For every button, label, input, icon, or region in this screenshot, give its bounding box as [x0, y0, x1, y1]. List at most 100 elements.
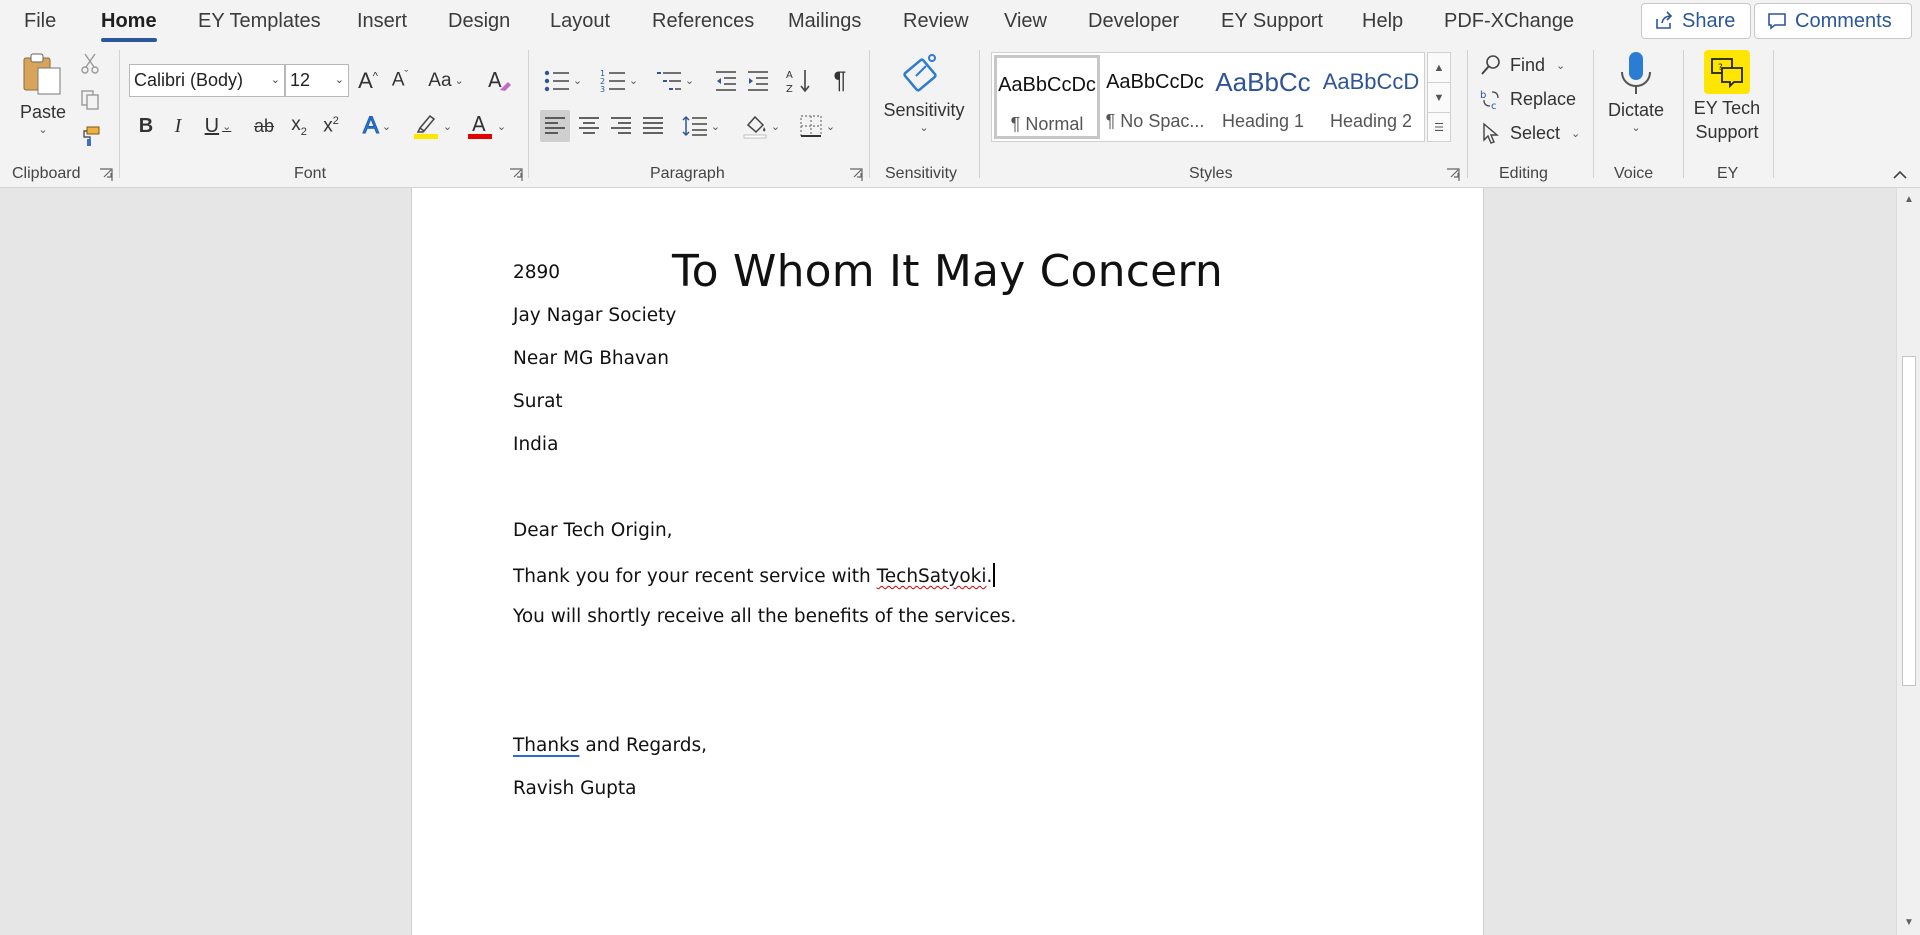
- paragraph-launcher-icon[interactable]: [849, 168, 863, 182]
- borders-button[interactable]: ⌄: [794, 110, 840, 142]
- tab-review[interactable]: Review: [903, 10, 969, 33]
- change-case-button[interactable]: Aa ⌄: [424, 64, 468, 97]
- select-button[interactable]: Select ⌄: [1480, 118, 1580, 148]
- decrease-indent-button[interactable]: [712, 64, 740, 97]
- replace-button[interactable]: bc Replace: [1480, 84, 1576, 114]
- font-color-button[interactable]: A ⌄: [462, 111, 510, 141]
- chevron-down-icon[interactable]: ▼: [1428, 83, 1450, 113]
- shrink-font-button[interactable]: Aˇ: [386, 64, 414, 97]
- font-name-field[interactable]: Calibri (Body) ⌄: [129, 64, 285, 97]
- style-preview: AaBbCc: [1215, 67, 1311, 97]
- group-separator: [1773, 50, 1774, 178]
- underline-button[interactable]: U ⌄: [198, 111, 238, 141]
- strikethrough-button[interactable]: ab: [250, 111, 278, 141]
- address-line[interactable]: Jay Nagar Society: [513, 305, 676, 326]
- tab-help[interactable]: Help: [1362, 10, 1403, 33]
- misspelled-word[interactable]: TechSatyoki: [877, 566, 987, 587]
- tab-home[interactable]: Home: [101, 10, 157, 42]
- tab-ey-support[interactable]: EY Support: [1221, 10, 1323, 33]
- address-line[interactable]: 2890: [513, 262, 560, 283]
- tab-view[interactable]: View: [1004, 10, 1047, 33]
- scrollbar-thumb[interactable]: [1902, 356, 1916, 686]
- find-button[interactable]: Find ⌄: [1480, 50, 1565, 80]
- style-normal[interactable]: AaBbCcDc ¶ Normal: [994, 55, 1100, 139]
- bullets-button[interactable]: ⌄: [540, 64, 586, 97]
- align-right-button[interactable]: [606, 110, 636, 142]
- copy-button[interactable]: [78, 88, 102, 112]
- more-styles-icon[interactable]: ☰: [1428, 113, 1450, 143]
- superscript-button[interactable]: x2: [318, 111, 344, 141]
- grow-font-button[interactable]: A^: [354, 64, 382, 97]
- document-page[interactable]: To Whom It May Concern 2890 Jay Nagar So…: [411, 188, 1484, 935]
- shading-button[interactable]: ⌄: [738, 110, 784, 142]
- tab-insert[interactable]: Insert: [357, 10, 407, 33]
- closing-line[interactable]: Thanks and Regards,: [513, 735, 707, 756]
- clipboard-launcher-icon[interactable]: [99, 168, 113, 182]
- vertical-scrollbar[interactable]: ▲ ▼: [1896, 188, 1920, 935]
- font-size-value: 12: [290, 70, 311, 90]
- tab-file[interactable]: File: [24, 10, 56, 33]
- paste-button[interactable]: Paste ⌄: [14, 50, 72, 140]
- numbering-button[interactable]: 123 ⌄: [596, 64, 642, 97]
- tab-design[interactable]: Design: [448, 10, 510, 33]
- chevron-down-icon: ⌄: [1631, 122, 1641, 134]
- chevron-up-icon[interactable]: ▲: [1428, 53, 1450, 83]
- ey-support-icon: ?: [1704, 50, 1750, 94]
- grammar-flagged-word[interactable]: Thanks: [513, 735, 579, 756]
- format-painter-button[interactable]: [78, 124, 102, 148]
- highlight-color-button[interactable]: ⌄: [408, 111, 456, 141]
- group-separator: [979, 50, 980, 178]
- strikethrough-icon: ab: [253, 115, 275, 136]
- clear-formatting-button[interactable]: A: [484, 64, 514, 97]
- font-launcher-icon[interactable]: [509, 168, 523, 182]
- share-button[interactable]: Share: [1641, 3, 1751, 39]
- address-line[interactable]: Surat: [513, 391, 563, 412]
- show-formatting-marks-button[interactable]: ¶: [826, 64, 854, 97]
- body-line-2[interactable]: You will shortly receive all the benefit…: [513, 606, 1016, 627]
- italic-button[interactable]: I: [166, 111, 190, 141]
- tab-pdf-xchange[interactable]: PDF-XChange: [1444, 10, 1574, 33]
- increase-indent-button[interactable]: [744, 64, 772, 97]
- style-preview: AaBbCcD: [1322, 69, 1420, 94]
- style-heading-2[interactable]: AaBbCcD Heading 2: [1318, 55, 1424, 139]
- tab-developer[interactable]: Developer: [1088, 10, 1179, 33]
- highlighter-icon: [413, 114, 438, 139]
- tab-ey-templates[interactable]: EY Templates: [198, 10, 321, 33]
- collapse-ribbon-icon[interactable]: [1892, 169, 1908, 181]
- cut-button[interactable]: [78, 52, 102, 76]
- comments-button[interactable]: Comments: [1754, 3, 1912, 39]
- scroll-down-icon[interactable]: ▼: [1897, 911, 1920, 935]
- text-effects-button[interactable]: A ⌄: [355, 111, 399, 141]
- sensitivity-button[interactable]: Sensitivity ⌄: [878, 50, 970, 154]
- address-line[interactable]: Near MG Bhavan: [513, 348, 669, 369]
- ey-tech-support-button[interactable]: ? EY Tech Support: [1690, 50, 1764, 154]
- document-title[interactable]: To Whom It May Concern: [412, 246, 1483, 297]
- align-center-button[interactable]: [574, 110, 604, 142]
- dictate-label: Dictate: [1607, 100, 1665, 120]
- subscript-button[interactable]: x2: [286, 111, 312, 141]
- svg-text:A: A: [786, 70, 793, 81]
- style-preview: AaBbCcDc: [998, 74, 1096, 96]
- body-line-1[interactable]: Thank you for your recent service with T…: [513, 563, 995, 587]
- greeting-line[interactable]: Dear Tech Origin,: [513, 520, 673, 541]
- address-line[interactable]: India: [513, 434, 558, 455]
- document-area[interactable]: To Whom It May Concern 2890 Jay Nagar So…: [0, 188, 1896, 935]
- tab-layout[interactable]: Layout: [550, 10, 610, 33]
- line-spacing-button[interactable]: ⌄: [678, 110, 724, 142]
- sort-button[interactable]: AZ: [784, 64, 814, 97]
- find-label: Find: [1510, 54, 1546, 75]
- tab-references[interactable]: References: [652, 10, 754, 33]
- multilevel-list-button[interactable]: ⌄: [652, 64, 698, 97]
- tab-mailings[interactable]: Mailings: [788, 10, 861, 33]
- align-left-button[interactable]: [540, 110, 570, 142]
- signature-line[interactable]: Ravish Gupta: [513, 778, 637, 799]
- share-label: Share: [1682, 9, 1736, 32]
- bold-button[interactable]: B: [134, 111, 158, 141]
- dictate-button[interactable]: Dictate ⌄: [1600, 50, 1672, 154]
- font-size-field[interactable]: 12 ⌄: [285, 64, 349, 97]
- styles-launcher-icon[interactable]: [1446, 168, 1460, 182]
- style-no-spacing[interactable]: AaBbCcDc ¶ No Spac...: [1102, 55, 1208, 139]
- style-heading-1[interactable]: AaBbCc Heading 1: [1210, 55, 1316, 139]
- justify-button[interactable]: [638, 110, 668, 142]
- scroll-up-icon[interactable]: ▲: [1897, 188, 1920, 212]
